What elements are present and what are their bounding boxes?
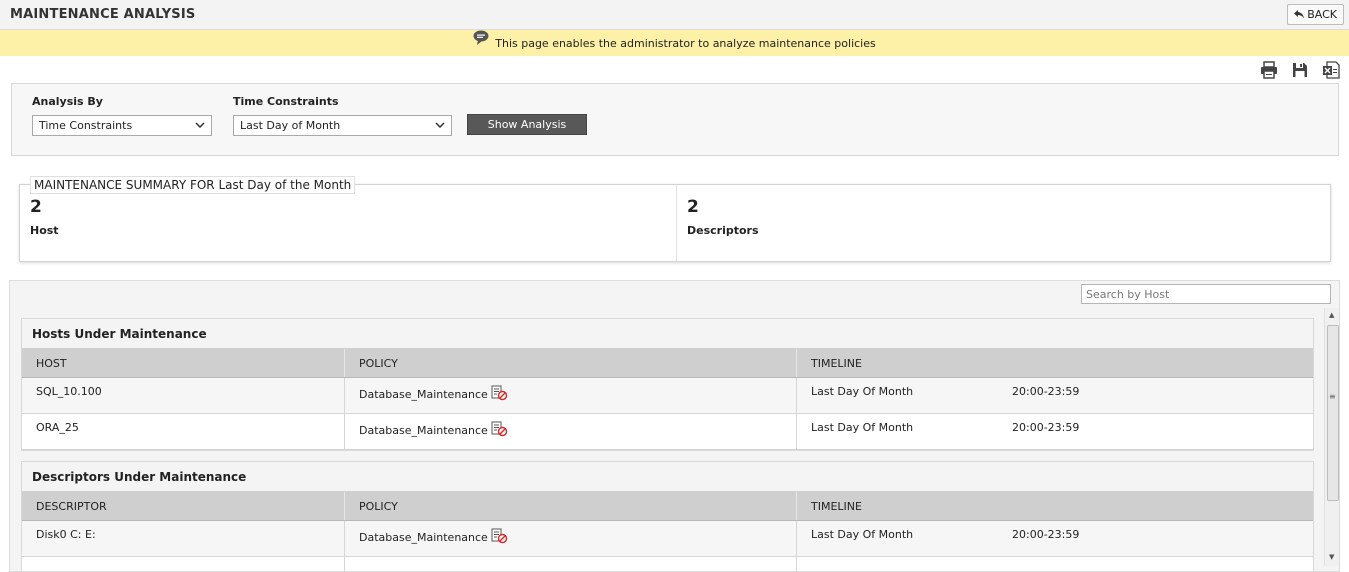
- host-cell: ORA_25: [22, 414, 345, 449]
- disable-policy-icon[interactable]: [491, 421, 508, 440]
- policy-cell: Database_Maintenance: [345, 521, 797, 556]
- info-text: This page enables the administrator to a…: [495, 36, 876, 50]
- host-label: Host: [30, 224, 59, 237]
- disable-policy-icon[interactable]: [491, 528, 508, 547]
- column-header[interactable]: POLICY: [345, 349, 797, 377]
- policy-name[interactable]: Database_Maintenance: [359, 388, 488, 401]
- excel-export-icon[interactable]: [1321, 60, 1341, 80]
- column-header[interactable]: TIMELINE: [797, 349, 1313, 377]
- timeline-cell: Last Day Of Month 20:00-23:59: [797, 378, 1313, 413]
- comment-icon: [473, 30, 489, 48]
- analysis-by-value: Time Constraints: [39, 119, 133, 132]
- descriptor-count: 2: [687, 197, 699, 217]
- filter-panel: Analysis By Time Constraints Time Constr…: [11, 83, 1339, 156]
- vertical-scrollbar[interactable]: ▲ ≡ ▼: [1324, 308, 1339, 566]
- time-constraints-select[interactable]: Last Day of Month: [233, 115, 452, 136]
- title-bar: MAINTENANCE ANALYSIS BACK: [0, 0, 1349, 30]
- section-title: Descriptors Under Maintenance: [22, 462, 1313, 492]
- column-header[interactable]: DESCRIPTOR: [22, 492, 345, 520]
- page-title: MAINTENANCE ANALYSIS: [10, 7, 196, 22]
- time-constraints-label: Time Constraints: [233, 95, 339, 108]
- descriptor-cell: Disk0 C: E:: [22, 521, 345, 556]
- back-label: BACK: [1307, 8, 1337, 21]
- timeline-cell: Last Day Of Month 20:00-23:59: [797, 414, 1313, 449]
- host-summary: 2 Host: [20, 185, 676, 261]
- chevron-down-icon: [435, 120, 445, 133]
- descriptors-under-maintenance: Descriptors Under Maintenance DESCRIPTOR…: [21, 461, 1314, 571]
- policy-cell: Database_Maintenance: [345, 378, 797, 413]
- back-arrow-icon: [1294, 10, 1305, 19]
- policy-cell: Database_Maintenance: [345, 414, 797, 449]
- column-header[interactable]: TIMELINE: [797, 492, 1313, 520]
- table-header: DESCRIPTOR POLICY TIMELINE: [22, 492, 1313, 521]
- analysis-by-select[interactable]: Time Constraints: [32, 115, 212, 136]
- scrollbar-thumb[interactable]: [1327, 325, 1339, 501]
- timeline-time: 20:00-23:59: [1012, 528, 1080, 541]
- scroll-down-icon[interactable]: ▼: [1329, 553, 1334, 561]
- table-row: Disk0 C: E: Database_Maintenance Last Da…: [22, 521, 1313, 557]
- section-title: Hosts Under Maintenance: [22, 319, 1313, 349]
- column-header[interactable]: POLICY: [345, 492, 797, 520]
- table-row: ORA_25 Database_Maintenance Last Day Of …: [22, 414, 1313, 450]
- summary-legend: MAINTENANCE SUMMARY FOR Last Day of the …: [30, 176, 356, 194]
- table-row: SQL_10.100 Database_Maintenance Last Day…: [22, 378, 1313, 414]
- table-header: HOST POLICY TIMELINE: [22, 349, 1313, 378]
- chevron-down-icon: [195, 120, 205, 133]
- save-icon[interactable]: [1290, 60, 1310, 80]
- descriptor-label: Descriptors: [687, 224, 759, 237]
- show-analysis-button[interactable]: Show Analysis: [467, 114, 587, 135]
- policy-name[interactable]: Database_Maintenance: [359, 424, 488, 437]
- grip-icon: ≡: [1329, 392, 1336, 401]
- disable-policy-icon[interactable]: [491, 385, 508, 404]
- results-panel: Hosts Under Maintenance HOST POLICY TIME…: [9, 280, 1340, 572]
- timeline-time: 20:00-23:59: [1012, 385, 1080, 398]
- table-row: [22, 557, 1313, 571]
- policy-name[interactable]: Database_Maintenance: [359, 531, 488, 544]
- hosts-under-maintenance: Hosts Under Maintenance HOST POLICY TIME…: [21, 318, 1314, 451]
- timeline-cell: Last Day Of Month 20:00-23:59: [797, 521, 1313, 556]
- export-toolbar: [1259, 60, 1341, 80]
- analysis-by-label: Analysis By: [32, 95, 103, 108]
- host-cell: SQL_10.100: [22, 378, 345, 413]
- time-constraints-value: Last Day of Month: [240, 119, 341, 132]
- info-banner: This page enables the administrator to a…: [0, 30, 1349, 56]
- timeline-time: 20:00-23:59: [1012, 421, 1080, 434]
- back-button[interactable]: BACK: [1287, 4, 1344, 25]
- print-icon[interactable]: [1259, 60, 1279, 80]
- timeline-label: Last Day Of Month: [811, 385, 914, 398]
- maintenance-summary: 2 Host 2 Descriptors: [19, 184, 1331, 262]
- column-header[interactable]: HOST: [22, 349, 345, 377]
- scroll-up-icon[interactable]: ▲: [1329, 311, 1334, 319]
- timeline-label: Last Day Of Month: [811, 421, 914, 434]
- host-count: 2: [30, 197, 42, 217]
- descriptor-summary: 2 Descriptors: [676, 185, 1332, 261]
- search-by-host-input[interactable]: [1081, 284, 1331, 304]
- timeline-label: Last Day Of Month: [811, 528, 914, 541]
